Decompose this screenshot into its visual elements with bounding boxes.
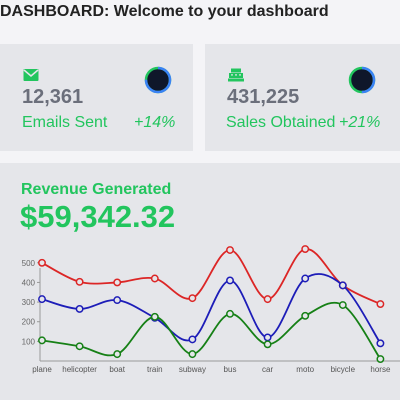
emails-sent-card: 12,361 Emails Sent +14%: [0, 44, 193, 151]
revenue-card: Revenue Generated $59,342.32 100 200 300 40…: [0, 163, 400, 400]
data-point: [301, 245, 310, 253]
data-point: [263, 340, 272, 349]
data-point: [150, 274, 159, 283]
sales-obtained-card: 431,225 Sales Obtained +21%: [205, 44, 400, 151]
data-point: [150, 312, 159, 321]
data-point: [38, 336, 46, 345]
x-tick-label: bus: [224, 365, 237, 374]
data-point: [188, 350, 197, 359]
progress-ring: [348, 66, 376, 94]
data-point: [338, 281, 347, 290]
x-tick-label: train: [147, 365, 163, 374]
data-point: [263, 295, 272, 304]
x-tick-label: bicycle: [331, 365, 356, 374]
data-point: [263, 333, 272, 342]
series-line: [41, 301, 382, 360]
emails-sent-delta: +14%: [134, 114, 176, 131]
emails-sent-value: 12,361: [22, 86, 84, 108]
x-tick-label: subway: [179, 365, 206, 374]
y-tick-label: 200: [22, 318, 36, 327]
data-point: [226, 276, 234, 285]
data-point: [226, 246, 234, 254]
data-point: [188, 335, 197, 344]
cash-register-icon: [228, 68, 244, 82]
x-tick-label: helicopter: [62, 365, 97, 374]
envelope-icon: [23, 69, 39, 81]
emails-sent-label: Emails Sent: [22, 114, 108, 131]
y-tick-label: 500: [22, 259, 36, 268]
y-tick-label: 100: [22, 337, 36, 346]
y-tick-label: 300: [22, 298, 36, 307]
progress-ring: [144, 66, 172, 94]
data-point: [376, 339, 385, 348]
x-tick-label: horse: [370, 365, 391, 374]
data-point: [113, 278, 122, 287]
data-point: [338, 301, 347, 309]
data-point: [75, 342, 84, 351]
data-point: [75, 304, 84, 313]
data-point: [301, 274, 310, 283]
y-tick-label: 400: [22, 278, 36, 287]
data-point: [301, 311, 310, 320]
data-point: [38, 258, 46, 267]
sales-obtained-label: Sales Obtained: [226, 114, 336, 131]
data-point: [113, 296, 122, 305]
x-tick-label: car: [262, 365, 273, 374]
revenue-line-chart: 100 200 300 400 500 plane helicopter boat train s…: [22, 245, 400, 374]
page-title: DASHBOARD: Welcome to your dashboard: [0, 3, 329, 20]
x-tick-label: boat: [109, 365, 125, 374]
data-point: [376, 300, 385, 308]
x-tick-label: plane: [32, 365, 52, 374]
data-point: [113, 350, 122, 359]
x-tick-label: moto: [296, 365, 314, 374]
data-point: [38, 295, 46, 304]
data-point: [188, 294, 197, 303]
sales-obtained-value: 431,225: [227, 86, 300, 108]
sales-obtained-delta: +21%: [339, 114, 381, 131]
data-point: [226, 309, 234, 318]
data-point: [376, 355, 385, 363]
data-point: [75, 277, 84, 286]
